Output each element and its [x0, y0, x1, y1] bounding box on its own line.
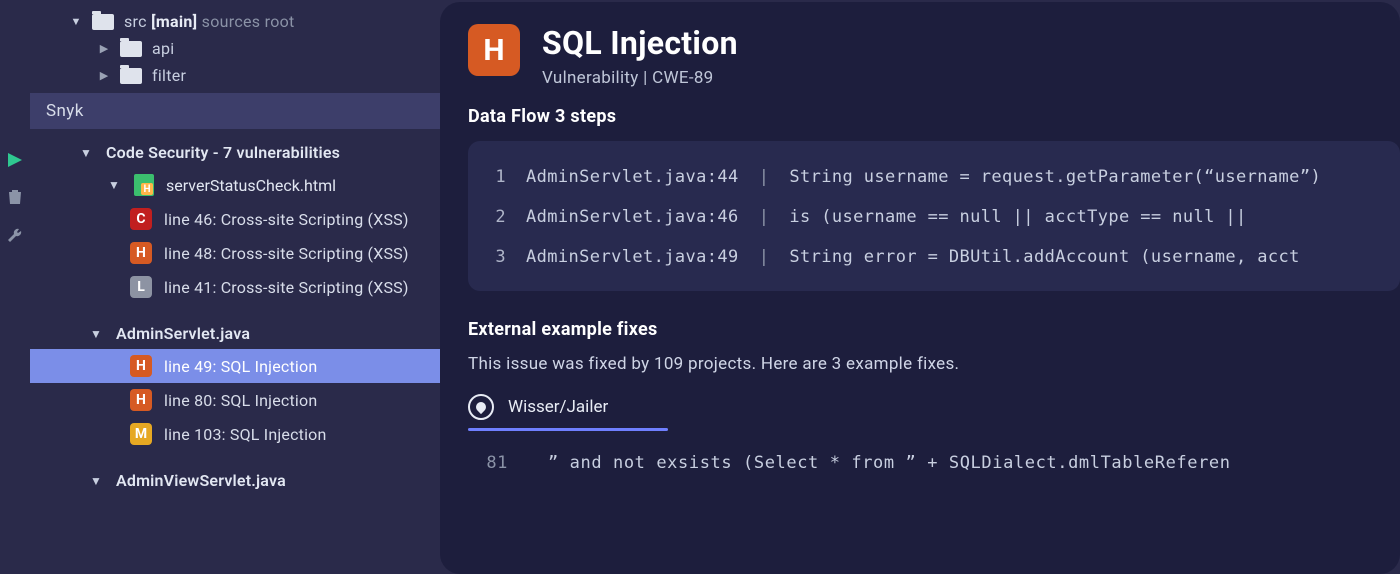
fix-tab[interactable]: Wisser/Jailer [468, 394, 1400, 420]
severity-badge-high: H [130, 355, 152, 377]
severity-badge-high: H [468, 24, 520, 76]
chevron-down-icon: ▼ [70, 15, 82, 28]
vuln-file-row[interactable]: ▼ serverStatusCheck.html [30, 168, 440, 202]
wrench-icon[interactable] [7, 227, 23, 247]
tree-row-api[interactable]: ▶ api [98, 35, 440, 62]
vuln-item[interactable]: L line 41: Cross-site Scripting (XSS) [30, 270, 440, 304]
tree-row-src[interactable]: ▼ src [main] sources root [70, 8, 440, 35]
folder-icon [120, 41, 142, 57]
trash-icon[interactable] [7, 189, 23, 209]
dataflow-panel: 1 AdminServlet.java:44| String username … [468, 141, 1400, 291]
vuln-item-label: line 41: Cross-site Scripting (XSS) [164, 278, 409, 297]
vuln-item[interactable]: H line 80: SQL Injection [30, 383, 440, 417]
severity-badge-high: H [130, 242, 152, 264]
dataflow-step[interactable]: 3 AdminServlet.java:49| String error = D… [492, 237, 1376, 277]
chevron-down-icon: ▼ [108, 178, 122, 192]
play-icon[interactable] [8, 152, 22, 171]
tree-label: src [main] sources root [124, 12, 295, 31]
vuln-item[interactable]: M line 103: SQL Injection [30, 417, 440, 451]
dataflow-step[interactable]: 2 AdminServlet.java:46| is (username == … [492, 197, 1376, 237]
detail-panel: H SQL Injection Vulnerability | CWE-89 D… [440, 2, 1400, 574]
fix-code-line: 81 ” and not exsists (Select * from ” + … [468, 431, 1400, 473]
vuln-tree: ▼ Code Security - 7 vulnerabilities ▼ se… [30, 129, 440, 496]
file-tree: ▼ src [main] sources root ▶ api ▶ filter [30, 0, 440, 93]
dataflow-header: Data Flow 3 steps [468, 106, 1400, 127]
external-fixes-header: External example fixes [468, 319, 1400, 340]
code-text: ” and not exsists (Select * from ” + SQL… [548, 453, 1231, 473]
tool-rail [0, 0, 30, 574]
panel-title-snyk[interactable]: Snyk [30, 93, 440, 129]
folder-icon [120, 68, 142, 84]
severity-badge-high: H [130, 389, 152, 411]
fix-tab-label: Wisser/Jailer [508, 397, 608, 417]
chevron-right-icon: ▶ [98, 42, 110, 55]
external-fixes-desc: This issue was fixed by 109 projects. He… [468, 354, 1400, 374]
chevron-right-icon: ▶ [98, 69, 110, 82]
folder-icon [92, 14, 114, 30]
vuln-file-row[interactable]: ▼ AdminViewServlet.java [30, 465, 440, 496]
vuln-item[interactable]: C line 46: Cross-site Scripting (XSS) [30, 202, 440, 236]
vuln-file-row[interactable]: ▼ AdminServlet.java [30, 318, 440, 349]
vuln-item-label: line 49: SQL Injection [164, 357, 317, 376]
vuln-item-label: line 103: SQL Injection [164, 425, 327, 444]
vuln-group-label: Code Security - 7 vulnerabilities [106, 143, 340, 162]
tree-label: filter [152, 66, 186, 85]
chevron-down-icon: ▼ [80, 146, 94, 160]
vuln-file-label: AdminServlet.java [116, 324, 250, 343]
tree-label: api [152, 39, 174, 58]
issue-title: SQL Injection [542, 24, 738, 62]
chevron-down-icon: ▼ [90, 474, 104, 488]
vuln-item[interactable]: H line 48: Cross-site Scripting (XSS) [30, 236, 440, 270]
issue-subtitle: Vulnerability | CWE-89 [542, 68, 738, 88]
vuln-file-label: serverStatusCheck.html [166, 176, 336, 195]
vuln-item[interactable]: H line 49: SQL Injection [30, 349, 440, 383]
vuln-group-header[interactable]: ▼ Code Security - 7 vulnerabilities [30, 137, 440, 168]
vuln-file-label: AdminViewServlet.java [116, 471, 286, 490]
github-icon [468, 394, 494, 420]
severity-badge-critical: C [130, 208, 152, 230]
vuln-item-label: line 48: Cross-site Scripting (XSS) [164, 244, 409, 263]
severity-badge-medium: M [130, 423, 152, 445]
sidebar: ▼ src [main] sources root ▶ api ▶ filter… [30, 0, 440, 574]
vuln-item-label: line 80: SQL Injection [164, 391, 317, 410]
tree-row-filter[interactable]: ▶ filter [98, 62, 440, 89]
dataflow-step[interactable]: 1 AdminServlet.java:44| String username … [492, 157, 1376, 197]
vuln-item-label: line 46: Cross-site Scripting (XSS) [164, 210, 409, 229]
chevron-down-icon: ▼ [90, 327, 104, 341]
severity-badge-low: L [130, 276, 152, 298]
line-number: 81 [468, 453, 508, 473]
html-file-icon [134, 174, 154, 196]
